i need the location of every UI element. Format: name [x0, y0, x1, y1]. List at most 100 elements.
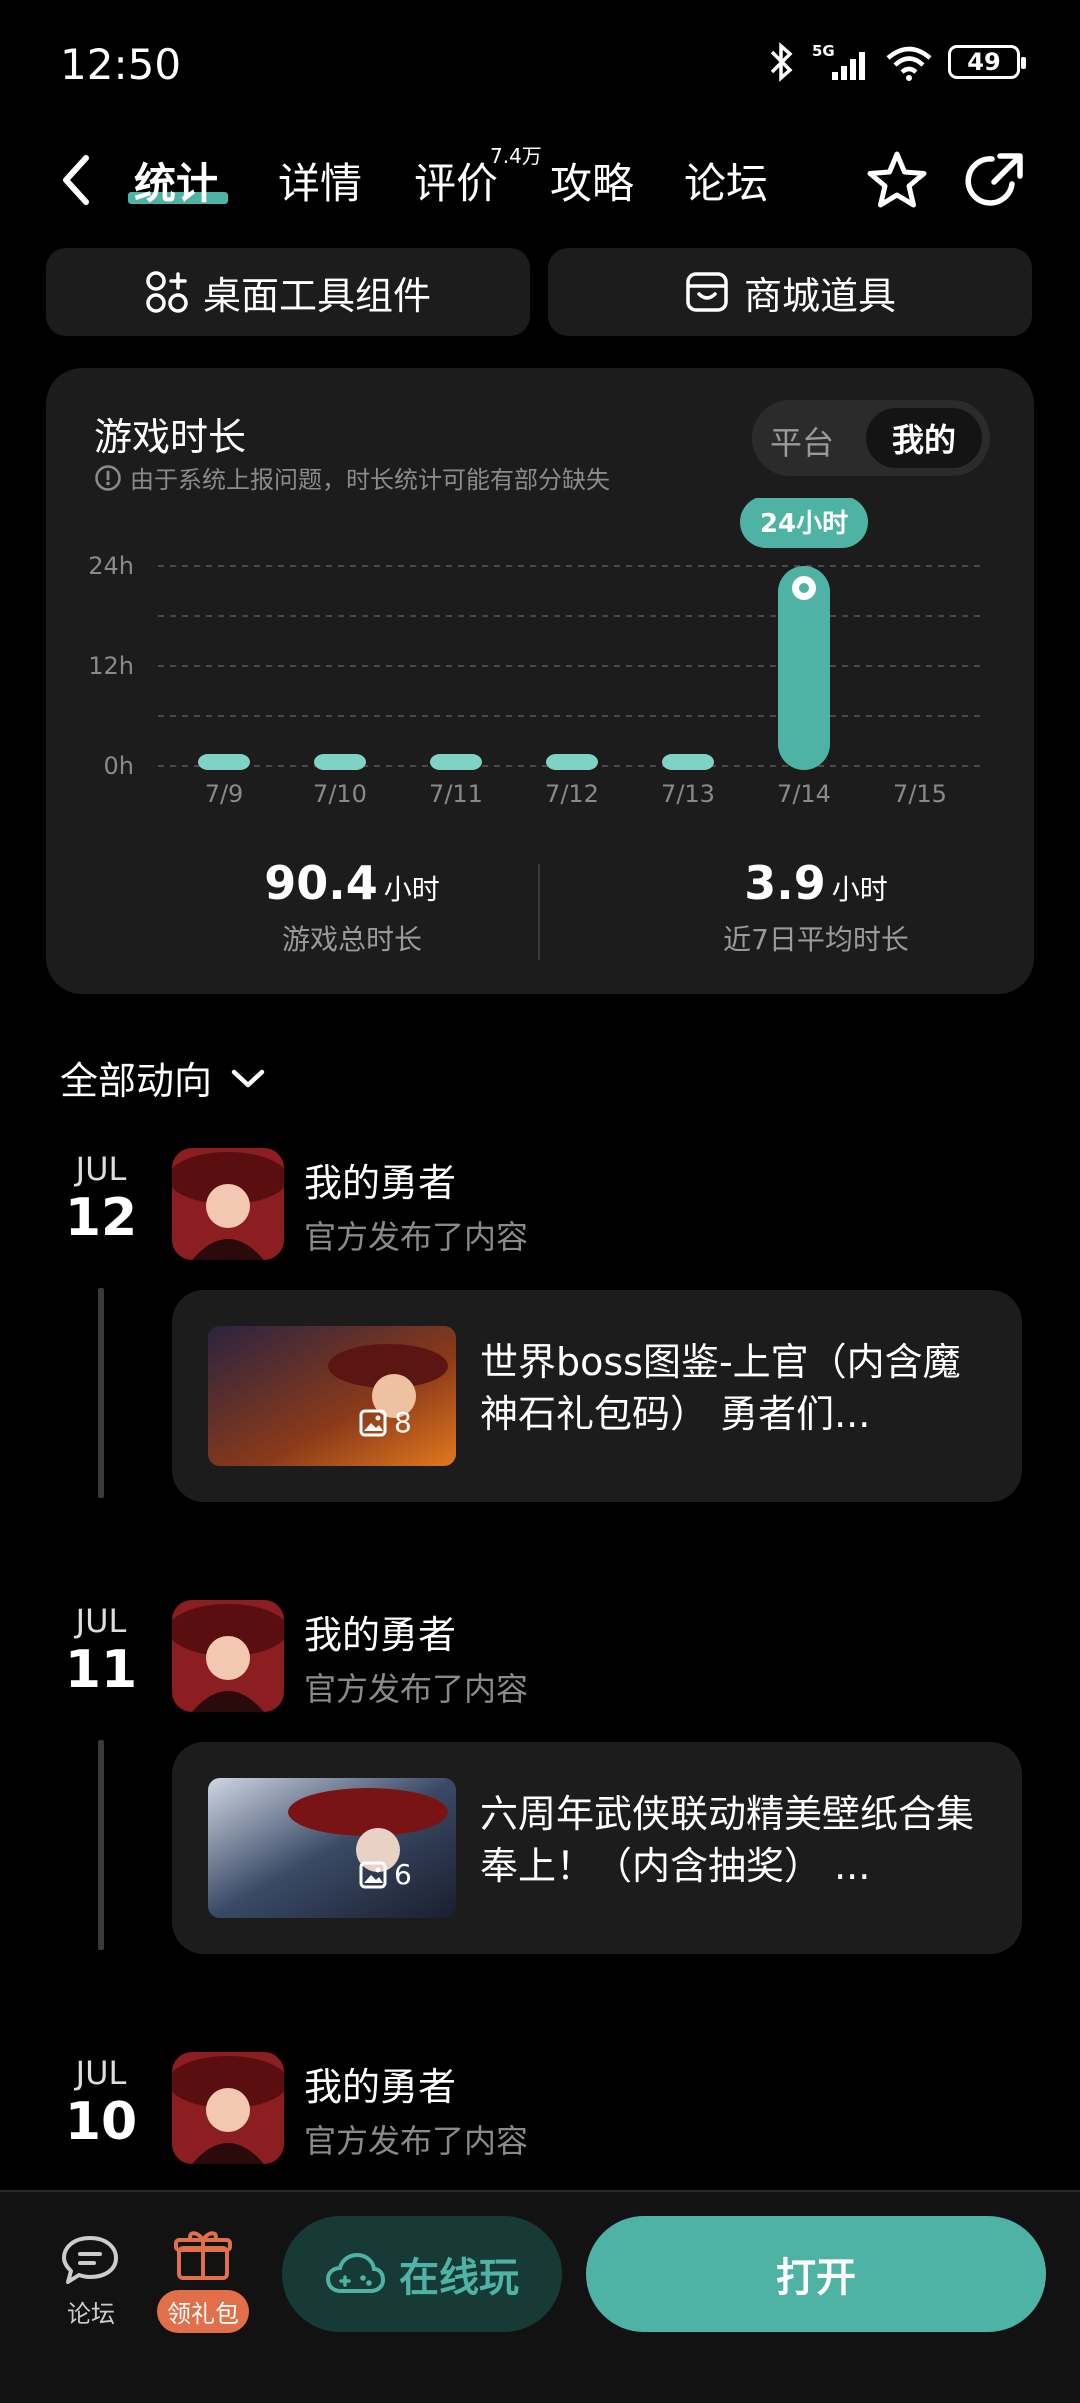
tab-reviews[interactable]: 评价	[414, 150, 498, 211]
feed-post-card[interactable]: 6 六周年武侠联动精美壁纸合集奉上！（内含抽奖） ...	[172, 1742, 1022, 1954]
info-icon	[95, 464, 121, 491]
feed-date-day: 11	[64, 1640, 138, 1700]
status-bar: 12:50 5G 49	[0, 0, 1080, 130]
image-icon	[359, 1409, 387, 1436]
game-avatar[interactable]	[172, 2052, 284, 2164]
play-time-chart: 24h 12h 0h 7/9 7/10 7/11 7/12 7/13 24小时 7/14 7/15	[88, 498, 986, 808]
game-avatar-image	[172, 1148, 284, 1260]
share-icon[interactable]	[962, 148, 1028, 214]
total-play-time: 90.4 小时 游戏总时长	[152, 856, 552, 958]
game-avatar-image	[172, 1600, 284, 1712]
post-thumbnail: 8	[208, 1326, 456, 1466]
image-count-badge: 6	[358, 1858, 412, 1891]
feed-subtitle: 官方发布了内容	[304, 1670, 529, 1708]
gift-icon	[174, 2231, 232, 2280]
star-icon[interactable]	[864, 148, 930, 214]
wifi-icon	[886, 46, 932, 81]
play-time-card: 游戏时长 由于系统上报问题，时长统计可能有部分缺失 平台 我的 24h 12h 0h…	[46, 368, 1034, 994]
stats-divider	[538, 864, 540, 960]
battery-indicator: 49	[948, 45, 1026, 79]
post-title: 六周年武侠联动精美壁纸合集奉上！（内含抽奖） ...	[480, 1792, 975, 1888]
chart-bar[interactable]	[662, 754, 714, 770]
feed-date-day: 10	[64, 2092, 138, 2152]
total-play-time-value: 90.4	[264, 856, 378, 910]
average-play-time: 3.9 小时 近7日平均时长	[616, 856, 1016, 958]
chart-bar[interactable]	[430, 754, 482, 770]
top-nav: 统计 详情 评价 7.4万 攻略 论坛	[0, 130, 1080, 230]
image-count: 6	[394, 1858, 412, 1891]
average-play-time-label: 近7日平均时长	[723, 923, 909, 956]
chart-x-tick-label: 7/14	[777, 780, 831, 808]
feed-filter-dropdown[interactable]: 全部动向	[60, 1050, 266, 1105]
play-online-button[interactable]: 在线玩	[282, 2216, 562, 2332]
gift-pack-button[interactable]: 领礼包	[148, 2228, 258, 2333]
chart-x-tick-label: 7/13	[661, 780, 715, 808]
chart-y-tick-label: 12h	[88, 652, 134, 680]
feed-subtitle: 官方发布了内容	[304, 2122, 529, 2160]
signal-icon: 5G	[812, 42, 865, 80]
reviews-count-badge: 7.4万	[490, 144, 542, 168]
status-time: 12:50	[60, 40, 182, 89]
chart-y-tick-label: 24h	[88, 552, 134, 580]
back-arrow-icon[interactable]	[56, 152, 96, 208]
feed-game-title[interactable]: 我的勇者	[304, 2056, 456, 2111]
forum-chat-icon	[62, 2236, 118, 2284]
feed-date-day: 12	[64, 1188, 138, 1248]
post-thumbnail: 6	[208, 1778, 456, 1918]
bottom-action-bar: 论坛 领礼包 在线玩 打开	[0, 2190, 1080, 2403]
forum-button[interactable]: 论坛	[56, 2232, 126, 2329]
feed-game-title[interactable]: 我的勇者	[304, 1152, 456, 1207]
play-time-title: 游戏时长	[94, 415, 247, 459]
chart-bar[interactable]	[198, 754, 250, 770]
desktop-widget-button[interactable]: 桌面工具组件	[46, 248, 530, 336]
total-play-time-unit: 小时	[383, 873, 440, 906]
toggle-mine[interactable]: 我的	[866, 408, 982, 468]
image-count-badge: 8	[358, 1406, 412, 1439]
store-items-button[interactable]: 商城道具	[548, 248, 1032, 336]
open-button-label: 打开	[776, 2255, 856, 2301]
open-button[interactable]: 打开	[586, 2216, 1046, 2332]
game-avatar[interactable]	[172, 1148, 284, 1260]
image-icon	[359, 1861, 387, 1888]
feed-date-month: JUL	[75, 2054, 127, 2092]
store-icon	[686, 272, 728, 312]
play-online-label: 在线玩	[399, 2255, 519, 2301]
forum-button-label: 论坛	[67, 2300, 115, 2328]
tab-forum[interactable]: 论坛	[684, 150, 768, 211]
feed-filter-label: 全部动向	[60, 1059, 213, 1103]
game-avatar[interactable]	[172, 1600, 284, 1712]
timeline-line	[98, 1740, 104, 1950]
chart-x-tick-label: 7/10	[313, 780, 367, 808]
widget-grid-icon	[146, 271, 188, 313]
toggle-platform[interactable]: 平台	[770, 418, 834, 464]
gift-pack-label: 领礼包	[157, 2290, 249, 2333]
tab-stats[interactable]: 统计	[134, 150, 218, 211]
chart-y-tick-label: 0h	[104, 752, 134, 780]
feed-post-card[interactable]: 8 世界boss图鉴-上官（内含魔神石礼包码） 勇者们...	[172, 1290, 1022, 1502]
timeline-line	[98, 1288, 104, 1498]
chart-highlight-point-center	[799, 583, 809, 593]
status-icons: 5G 49	[764, 42, 1026, 82]
chart-x-tick-label: 7/12	[545, 780, 599, 808]
chart-x-tick-label: 7/15	[893, 780, 947, 808]
chart-bar[interactable]	[314, 754, 366, 770]
bluetooth-icon	[770, 42, 793, 82]
feed-game-title[interactable]: 我的勇者	[304, 1604, 456, 1659]
feed-date: JUL 11	[56, 1602, 146, 1696]
feed-date: JUL 10	[56, 2054, 146, 2148]
average-play-time-unit: 小时	[831, 873, 888, 906]
game-avatar-image	[172, 2052, 284, 2164]
desktop-widget-label: 桌面工具组件	[202, 273, 431, 318]
tab-details[interactable]: 详情	[278, 150, 362, 211]
average-play-time-value: 3.9	[744, 856, 826, 910]
play-time-note-text: 由于系统上报问题，时长统计可能有部分缺失	[130, 466, 610, 494]
chart-bar[interactable]	[546, 754, 598, 770]
chevron-down-icon	[231, 1069, 265, 1087]
feed-date: JUL 12	[56, 1150, 146, 1244]
tab-guides[interactable]: 攻略	[550, 150, 634, 211]
chart-x-tick-label: 7/11	[429, 780, 483, 808]
feed-date-month: JUL	[75, 1150, 127, 1188]
battery-level: 49	[967, 48, 1001, 76]
image-count: 8	[394, 1406, 412, 1439]
chart-x-tick-label: 7/9	[205, 780, 244, 808]
